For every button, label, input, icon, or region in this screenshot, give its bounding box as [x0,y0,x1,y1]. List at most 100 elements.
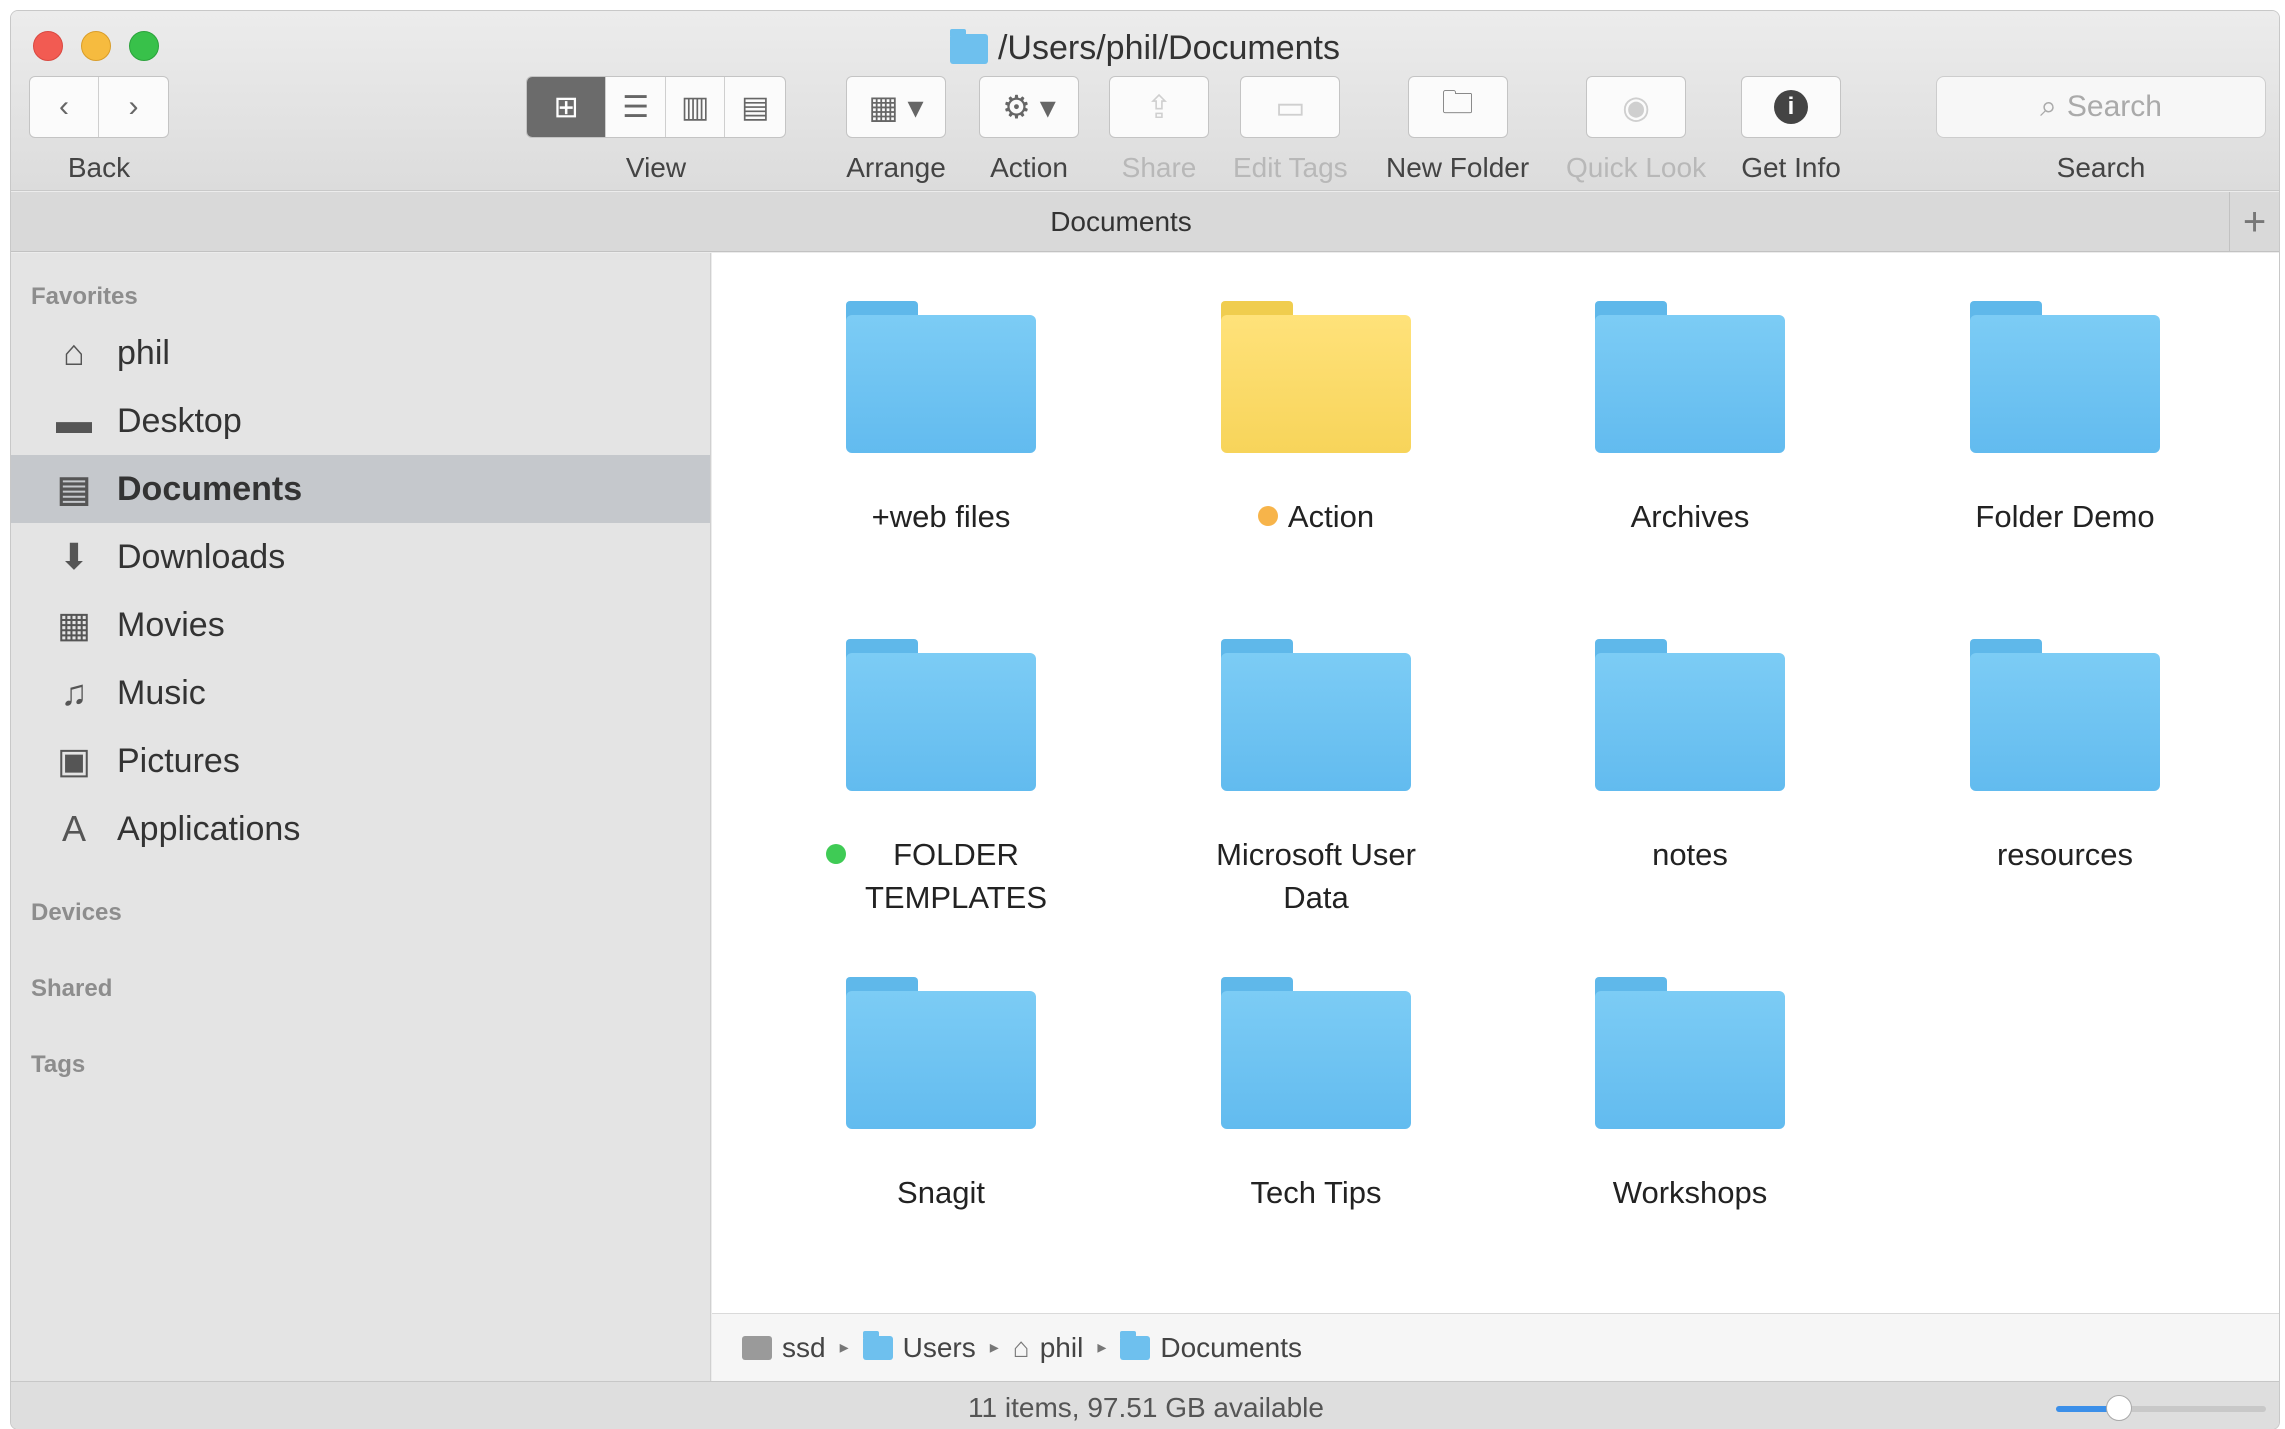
action-button[interactable]: ⚙ ▾ [979,76,1079,138]
crumb-label: phil [1039,1331,1084,1363]
sidebar-item-applications[interactable]: A Applications [11,795,710,863]
sidebar-item-pictures[interactable]: ▣ Pictures [11,727,710,795]
folder-item-tech-tips[interactable]: Tech Tips [1166,973,1466,1214]
sidebar-item-movies[interactable]: ▦ Movies [11,591,710,659]
forward-button[interactable]: › [99,77,168,137]
folder-item-microsoft-user-data[interactable]: Microsoft User Data [1166,635,1466,919]
file-grid: +web files Action Archives Folder Demo F… [712,253,2279,1313]
grid-icon: ⊞ [553,90,579,124]
search-input[interactable]: ⌕ Search [1936,76,2266,138]
quick-look-button[interactable]: ◉ [1586,76,1687,138]
gear-icon: ⚙ ▾ [1002,89,1056,125]
movies-icon: ▦ [56,604,91,645]
search-label: Search [2056,152,2146,183]
edit-tags-label: Edit Tags [1233,152,1348,183]
folder-item-workshops[interactable]: Workshops [1540,973,1840,1214]
arrange-button[interactable]: ▦ ▾ [846,76,946,138]
folder-name: FOLDER TEMPLATES [864,837,1048,915]
share-button[interactable]: ⇪ [1109,76,1209,138]
icon-view-button[interactable]: ⊞ [527,77,607,137]
new-folder-button[interactable]: 🗀 [1407,76,1508,138]
back-button[interactable]: ‹ [30,77,99,137]
share-group: ⇪ Share [1109,76,1209,184]
folder-icon [1221,639,1411,791]
folder-item-resources[interactable]: resources [1915,635,2215,876]
orange-tag-icon [1257,506,1278,526]
folder-name: +web files [871,499,1011,534]
arrange-group: ▦ ▾ Arrange [846,76,946,184]
folder-icon [1595,301,1785,453]
toolbar: /Users/phil/Documents ‹ › Back ⊞ ☰ ▥ ▤ V… [11,11,2279,191]
folder-item-folder-demo[interactable]: Folder Demo [1915,297,2215,538]
crumb-label: Users [902,1331,976,1363]
get-info-button[interactable]: i [1741,76,1841,138]
sidebar-item-downloads[interactable]: ⬇ Downloads [11,523,710,591]
new-folder-icon: 🗀 [1441,84,1474,120]
path-crumb-users[interactable]: Users [862,1330,976,1364]
folder-name: notes [1652,837,1728,872]
green-tag-icon [826,844,846,864]
new-tab-button[interactable]: + [2229,192,2279,252]
new-folder-group: 🗀 New Folder [1386,76,1529,184]
home-icon: ⌂ [63,332,85,373]
shared-header[interactable]: Shared [11,975,710,1003]
sidebar-item-desktop[interactable]: ▬ Desktop [11,387,710,455]
desktop-icon: ▬ [56,400,92,441]
folder-name: Workshops [1612,1175,1768,1210]
folder-item-folder-templates[interactable]: FOLDER TEMPLATES [791,635,1091,919]
folder-icon [1221,977,1411,1129]
action-label: Action [990,152,1068,183]
folder-icon [949,28,988,64]
folder-name: Snagit [897,1175,985,1210]
window-title: /Users/phil/Documents [997,29,1340,67]
tags-header[interactable]: Tags [11,1051,710,1079]
folder-item-action[interactable]: Action [1166,297,1466,538]
tab-documents[interactable]: Documents [11,206,2231,238]
sidebar-item-documents[interactable]: ▤ Documents [11,455,710,523]
path-crumb-documents[interactable]: Documents [1120,1330,1302,1364]
path-bar: ssd ▸ Users ▸ ⌂ phil ▸ Documents [712,1313,2279,1381]
devices-header[interactable]: Devices [11,899,710,927]
folder-icon [862,1330,893,1360]
folder-icon [1970,639,2160,791]
downloads-icon: ⬇ [58,536,90,577]
folder-icon [1595,977,1785,1129]
status-bar: 11 items, 97.51 GB available [11,1381,2279,1429]
column-view-button[interactable]: ▥ [666,77,726,137]
sidebar-item-phil[interactable]: ⌂ phil [11,319,710,387]
slider-knob[interactable] [2106,1395,2132,1421]
share-label: Share [1121,152,1197,183]
folder-item-snagit[interactable]: Snagit [791,973,1091,1214]
folder-name: Tech Tips [1250,1175,1382,1210]
folder-item-notes[interactable]: notes [1540,635,1840,876]
action-group: ⚙ ▾ Action [979,76,1079,184]
sidebar-item-label: Documents [117,469,303,508]
window-title-bar: /Users/phil/Documents [11,28,2279,73]
edit-tags-button[interactable]: ▭ [1240,76,1341,138]
columns-icon: ▥ [681,90,710,124]
search-group: ⌕ Search Search [1936,76,2266,184]
view-label: View [625,152,687,183]
sidebar-item-music[interactable]: ♫ Music [11,659,710,727]
folder-icon [1970,301,2160,453]
path-separator-icon: ▸ [989,1337,999,1357]
folder-item-archives[interactable]: Archives [1540,297,1840,538]
sidebar-item-label: Downloads [117,537,286,576]
favorites-header: Favorites [31,283,138,310]
folder-icon [1120,1330,1151,1360]
icon-size-slider[interactable] [2056,1395,2266,1421]
folder-item-web-files[interactable]: +web files [791,297,1091,538]
search-placeholder: Search [2066,90,2162,123]
applications-icon: A [61,808,86,849]
path-crumb-phil[interactable]: ⌂ phil [1013,1332,1084,1364]
path-crumb-ssd[interactable]: ssd [742,1332,826,1364]
sidebar-item-label: Pictures [117,741,240,780]
list-view-button[interactable]: ☰ [606,77,666,137]
edit-tags-group: ▭ Edit Tags [1233,76,1348,184]
folder-icon [846,977,1036,1129]
info-icon: i [1774,90,1808,124]
chevron-left-icon: ‹ [59,90,69,123]
folder-icon [1221,301,1411,453]
gallery-view-button[interactable]: ▤ [725,77,785,137]
sidebar-item-label: Desktop [117,401,242,440]
